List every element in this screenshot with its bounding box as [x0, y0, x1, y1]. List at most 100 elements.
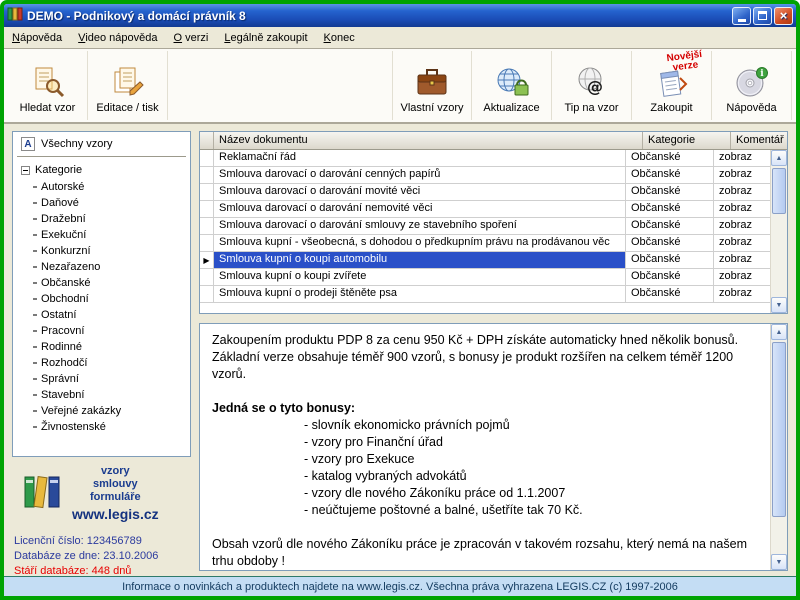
sidebar-item-exekucni[interactable]: Exekuční	[15, 227, 188, 243]
legis-logo-text: vzory smlouvy formuláře www.legis.cz	[72, 465, 159, 522]
menu-item-video-napoveda[interactable]: Video nápověda	[70, 29, 165, 47]
sidebar-item-rozhodci[interactable]: Rozhodčí	[15, 355, 188, 371]
bonus-list: - slovník ekonomicko právních pojmů- vzo…	[212, 417, 758, 519]
scroll-track[interactable]	[771, 340, 787, 554]
cell-comment-link[interactable]: zobraz	[714, 218, 770, 234]
legis-website-link[interactable]: www.legis.cz	[72, 506, 159, 522]
globe-lock-icon	[495, 63, 529, 99]
bonus-item: - vzory dle nového Zákoníku práce od 1.1…	[212, 485, 758, 502]
table-row[interactable]: Smlouva kupní o koupi zvířeteObčanskézob…	[200, 269, 770, 286]
tree-root-kategorie[interactable]: Kategorie	[15, 161, 188, 179]
table-row[interactable]: Smlouva darovací o darování movité věciO…	[200, 184, 770, 201]
sidebar-item-rodinne[interactable]: Rodinné	[15, 339, 188, 355]
cell-comment-link[interactable]: zobraz	[714, 286, 770, 302]
row-gutter	[200, 218, 214, 234]
legis-logo-block[interactable]: vzory smlouvy formuláře www.legis.cz	[12, 457, 191, 522]
sidebar-item-pracovni[interactable]: Pracovní	[15, 323, 188, 339]
sidebar-item-obchodni[interactable]: Obchodní	[15, 291, 188, 307]
cell-comment-link[interactable]: zobraz	[714, 184, 770, 200]
cell-comment-link[interactable]: zobraz	[714, 201, 770, 217]
table-row[interactable]: ▶Smlouva kupní o koupi automobiluObčansk…	[200, 252, 770, 269]
table-row[interactable]: Smlouva darovací o darování nemovité věc…	[200, 201, 770, 218]
briefcase-icon	[415, 63, 449, 99]
table-row[interactable]: Smlouva kupní o prodeji štěněte psaObčan…	[200, 286, 770, 303]
sidebar-item-obcanske[interactable]: Občanské	[15, 275, 188, 291]
toolbar-button-zakoupit[interactable]: Novější verze Zakoupit	[632, 51, 712, 120]
cell-comment-link[interactable]: zobraz	[714, 167, 770, 183]
sidebar-item-drazebni[interactable]: Dražební	[15, 211, 188, 227]
toolbar-button-hledat-vzor[interactable]: Hledat vzor	[8, 51, 88, 120]
menu-bar: NápovědaVideo nápovědaO verziLegálně zak…	[4, 27, 796, 49]
scroll-down-icon[interactable]: ▼	[771, 297, 787, 313]
row-gutter	[200, 201, 214, 217]
table-row[interactable]: Reklamační řádObčanskézobraz	[200, 150, 770, 167]
toolbar-button-aktualizace[interactable]: Aktualizace	[472, 51, 552, 120]
toolbar-button-label: Tip na vzor	[564, 102, 618, 114]
toolbar-button-vlastni-vzory[interactable]: Vlastní vzory	[392, 51, 472, 120]
row-gutter	[200, 167, 214, 183]
minimize-button[interactable]	[732, 7, 751, 25]
database-age: Stáří databáze: 448 dnů	[14, 564, 191, 576]
sidebar-item-spravni[interactable]: Správní	[15, 371, 188, 387]
menu-item-napoveda[interactable]: Nápověda	[4, 29, 70, 47]
bonus-item: - slovník ekonomicko právních pojmů	[212, 417, 758, 434]
toolbar-button-label: Aktualizace	[483, 102, 539, 114]
close-icon: ×	[780, 9, 788, 22]
header-category[interactable]: Kategorie	[643, 132, 731, 149]
scroll-thumb[interactable]	[772, 168, 786, 214]
cell-document-name: Smlouva kupní o prodeji štěněte psa	[214, 286, 626, 302]
maximize-button[interactable]	[753, 7, 772, 25]
close-button[interactable]: ×	[774, 7, 793, 25]
bonus-item: - vzory pro Finanční úřad	[212, 434, 758, 451]
cd-help-icon: i	[734, 63, 770, 99]
scroll-up-icon[interactable]: ▲	[771, 150, 787, 166]
sidebar-item-stavebni[interactable]: Stavební	[15, 387, 188, 403]
menu-item-o-verzi[interactable]: O verzi	[166, 29, 217, 47]
cell-category: Občanské	[626, 235, 714, 251]
svg-text:i: i	[760, 69, 764, 79]
info-scrollbar[interactable]: ▲ ▼	[770, 324, 787, 570]
sidebar-item-verejne-zakazky[interactable]: Veřejné zakázky	[15, 403, 188, 419]
database-date: Databáze ze dne: 23.10.2006	[14, 549, 191, 564]
sidebar-item-konkurzni[interactable]: Konkurzní	[15, 243, 188, 259]
scroll-thumb[interactable]	[772, 342, 786, 517]
bonus-item: - katalog vybraných advokátů	[212, 468, 758, 485]
cell-comment-link[interactable]: zobraz	[714, 269, 770, 285]
collapse-icon[interactable]	[21, 166, 30, 175]
scroll-down-icon[interactable]: ▼	[771, 554, 787, 570]
toolbar-button-napoveda[interactable]: i Nápověda	[712, 51, 792, 120]
status-bar: Informace o novinkách a produktech najde…	[4, 576, 796, 596]
toolbar-button-label: Nápověda	[726, 102, 776, 114]
toolbar-button-tip-na-vzor[interactable]: @ Tip na vzor	[552, 51, 632, 120]
table-row[interactable]: Smlouva kupní - všeobecná, s dohodou o p…	[200, 235, 770, 252]
header-document-name[interactable]: Název dokumentu	[214, 132, 643, 149]
sidebar-item-zivnostenske[interactable]: Živnostenské	[15, 419, 188, 435]
header-comment[interactable]: Komentář	[731, 132, 787, 149]
menu-item-legalne-zakoupit[interactable]: Legálně zakoupit	[216, 29, 315, 47]
row-gutter	[200, 150, 214, 166]
toolbar-button-label: Hledat vzor	[20, 102, 76, 114]
scroll-up-icon[interactable]: ▲	[771, 324, 787, 340]
cell-comment-link[interactable]: zobraz	[714, 150, 770, 166]
cell-document-name: Smlouva darovací o darování smlouvy ze s…	[214, 218, 626, 234]
row-gutter	[200, 286, 214, 302]
sidebar-item-ostatni[interactable]: Ostatní	[15, 307, 188, 323]
scroll-track[interactable]	[771, 166, 787, 297]
table-row[interactable]: Smlouva darovací o darování smlouvy ze s…	[200, 218, 770, 235]
toolbar-button-label: Editace / tisk	[96, 102, 158, 114]
all-templates-item[interactable]: A Všechny vzory	[17, 135, 186, 157]
cell-category: Občanské	[626, 252, 714, 268]
cell-comment-link[interactable]: zobraz	[714, 252, 770, 268]
sidebar-item-autorske[interactable]: Autorské	[15, 179, 188, 195]
all-templates-icon: A	[21, 137, 35, 151]
logo-word: formuláře	[90, 491, 141, 504]
table-row[interactable]: Smlouva darovací o darování cenných papí…	[200, 167, 770, 184]
toolbar-button-editace-tisk[interactable]: Editace / tisk	[88, 51, 168, 120]
sidebar-item-danove[interactable]: Daňové	[15, 195, 188, 211]
table-scrollbar[interactable]: ▲ ▼	[770, 150, 787, 313]
sidebar-item-nezarazeno[interactable]: Nezařazeno	[15, 259, 188, 275]
cell-category: Občanské	[626, 269, 714, 285]
cell-comment-link[interactable]: zobraz	[714, 235, 770, 251]
menu-item-konec[interactable]: Konec	[316, 29, 363, 47]
row-gutter	[200, 184, 214, 200]
